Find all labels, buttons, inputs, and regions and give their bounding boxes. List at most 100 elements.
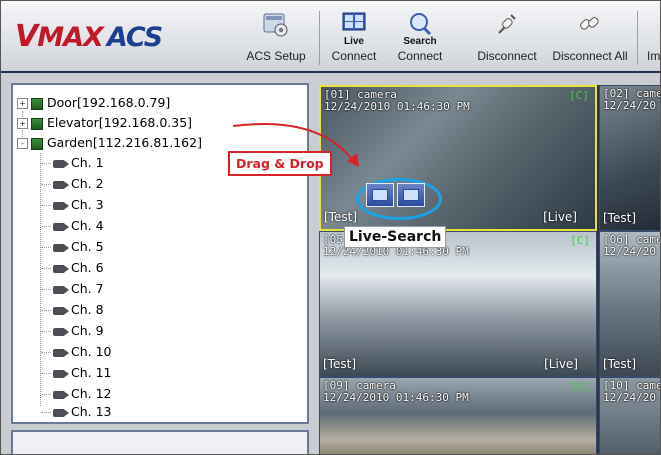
live-search-callout: Live-Search [344, 226, 447, 248]
toolbar-separator [319, 11, 320, 65]
tree-channel-item[interactable]: Ch. 12 [41, 384, 112, 404]
search-connect-label: Connect [397, 49, 443, 63]
site-tree: + Door[192.168.0.79] + Elevator[192.168.0.… [13, 85, 307, 422]
expand-icon[interactable]: + [17, 98, 28, 109]
camera-mode-label: [Live] [544, 357, 578, 371]
channel-label: Ch. 1 [71, 155, 104, 170]
live-search-buttons [364, 183, 428, 209]
camera-icon [53, 369, 69, 378]
tree-site-door[interactable]: + Door[192.168.0.79] [17, 93, 170, 113]
channel-label: Ch. 2 [71, 176, 104, 191]
tree-channel-item[interactable]: Ch. 9 [41, 321, 104, 341]
camera-icon [53, 306, 69, 315]
vmax-acs-logo: VMAX ACS [15, 19, 163, 54]
camera-title: [01] camera 12/24/2010 01:46:30 PM [324, 88, 470, 113]
camera-title: [02] came 12/24/20 [603, 87, 661, 112]
disconnect-all-button[interactable]: Disconnect All [545, 7, 635, 65]
logo-acs: ACS [106, 22, 163, 53]
camera-group-label: [Test] [603, 211, 636, 225]
secondary-panel [11, 430, 309, 454]
tree-site-garden[interactable]: - Garden[112.216.81.162] [17, 133, 202, 153]
disconnect-all-label: Disconnect All [552, 49, 628, 63]
camera-title: [06] came 12/24/20 [603, 233, 661, 258]
acs-setup-button[interactable]: ACS Setup [237, 7, 315, 65]
toolbar-separator [637, 11, 638, 65]
channel-label: Ch. 5 [71, 239, 104, 254]
tree-channel-item[interactable]: Ch. 10 [41, 342, 112, 362]
camera-icon [53, 285, 69, 294]
camera-grid: [01] camera 12/24/2010 01:46:30 PM [C] [… [319, 85, 661, 454]
camera-title: [09] camera 12/24/2010 01:46:30 PM [323, 379, 469, 404]
expand-icon[interactable]: + [17, 118, 28, 129]
channel-label: Ch. 11 [71, 365, 112, 380]
channel-label: Ch. 7 [71, 281, 104, 296]
site-tree-panel: + Door[192.168.0.79] + Elevator[192.168.0.… [11, 83, 309, 424]
search-connect-button[interactable]: Search Connect [389, 7, 451, 65]
application-window: VMAX ACS ACS Setup Live Connect Search C… [0, 0, 661, 455]
channel-label: Ch. 4 [71, 218, 104, 233]
tree-channel-item[interactable]: Ch. 13 [41, 402, 112, 422]
camera-status-flag: [C] [569, 89, 589, 102]
tree-channel-item[interactable]: Ch. 11 [41, 363, 112, 383]
tree-channel-item[interactable]: Ch. 8 [41, 300, 104, 320]
camera-icon [53, 243, 69, 252]
tree-channel-item[interactable]: Ch. 5 [41, 237, 104, 257]
search-view-icon[interactable] [397, 183, 425, 207]
truncated-toolbar-button[interactable]: Im [641, 7, 661, 65]
tree-channel-item[interactable]: Ch. 4 [41, 216, 104, 236]
channel-label: Ch. 8 [71, 302, 104, 317]
drag-drop-callout: Drag & Drop [228, 151, 332, 176]
channel-label: Ch. 13 [71, 404, 112, 419]
camera-status-flag: [C] [570, 380, 590, 393]
channel-label: Ch. 12 [71, 386, 112, 401]
camera-group-label: [Test] [323, 357, 356, 371]
server-rack-icon [31, 97, 43, 110]
tree-site-elevator[interactable]: + Elevator[192.168.0.35] [17, 113, 192, 133]
camera-icon [53, 159, 69, 168]
camera-icon [53, 408, 69, 417]
camera-group-label: [Test] [603, 357, 636, 371]
live-sublabel: Live [343, 36, 364, 47]
camera-icon [53, 348, 69, 357]
camera-tile-05[interactable]: [05 12/24/2010 01:46:30 PM [C] [Test] [L… [319, 231, 597, 377]
tree-channel-item[interactable]: Ch. 6 [41, 258, 104, 278]
tree-channel-item[interactable]: Ch. 1 [41, 153, 104, 173]
disconnect-button[interactable]: Disconnect [469, 7, 545, 65]
camera-tile-10[interactable]: [10] came 12/24/20 [599, 377, 661, 454]
camera-icon [53, 222, 69, 231]
server-rack-icon [31, 137, 43, 150]
acs-setup-label: ACS Setup [246, 49, 306, 63]
camera-icon [53, 180, 69, 189]
camera-tile-02[interactable]: [02] came 12/24/20 [Test] [599, 85, 661, 231]
tree-channel-item[interactable]: Ch. 2 [41, 174, 104, 194]
logo-v: V [15, 19, 38, 54]
live-connect-label: Connect [331, 49, 377, 63]
main-toolbar: VMAX ACS ACS Setup Live Connect Search C… [1, 1, 661, 73]
camera-tile-06[interactable]: [06] came 12/24/20 [Test] [599, 231, 661, 377]
channel-label: Ch. 3 [71, 197, 104, 212]
disconnect-all-plug-icon [580, 17, 599, 30]
camera-title: [10] came 12/24/20 [603, 379, 661, 404]
site-label: Elevator[192.168.0.35] [47, 115, 193, 130]
live-connect-icon [342, 12, 366, 31]
camera-icon [53, 264, 69, 273]
tree-channel-item[interactable]: Ch. 3 [41, 195, 104, 215]
collapse-icon[interactable]: - [17, 138, 28, 149]
tree-channel-item[interactable]: Ch. 7 [41, 279, 104, 299]
server-rack-icon [31, 117, 43, 130]
truncated-toolbar-label: Im [647, 49, 661, 63]
live-connect-button[interactable]: Live Connect [323, 7, 385, 65]
site-label: Garden[112.216.81.162] [47, 135, 202, 150]
search-sublabel: Search [403, 36, 437, 47]
search-connect-icon [410, 13, 432, 36]
camera-mode-label: [Live] [543, 210, 577, 224]
camera-icon [53, 201, 69, 210]
camera-group-label: [Test] [324, 210, 357, 224]
live-view-icon[interactable] [366, 183, 394, 207]
channel-label: Ch. 9 [71, 323, 104, 338]
site-label: Door[192.168.0.79] [47, 95, 171, 110]
camera-tile-09[interactable]: [09] camera 12/24/2010 01:46:30 PM [C] [319, 377, 597, 454]
channel-label: Ch. 10 [71, 344, 112, 359]
logo-max: MAX [37, 22, 104, 53]
camera-icon [53, 390, 69, 399]
